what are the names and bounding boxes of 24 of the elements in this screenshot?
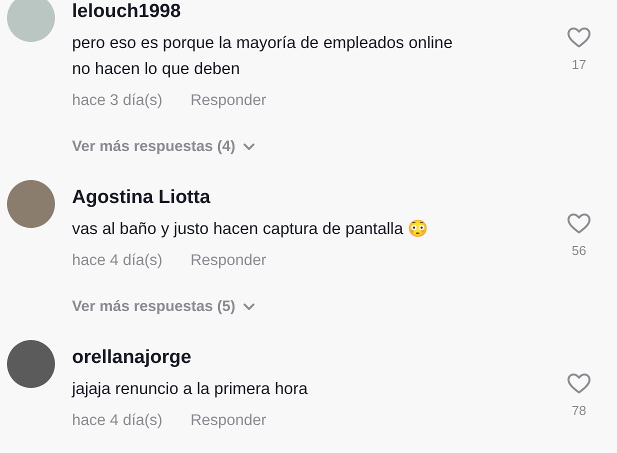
username[interactable]: orellanajorge [72,346,559,370]
reply-link[interactable]: Responder [190,90,266,112]
heart-icon[interactable] [567,213,591,234]
comment-time: hace 4 día(s) [72,251,162,271]
reply-link[interactable]: Responder [190,250,266,272]
username[interactable]: lelouch1998 [72,0,559,24]
more-replies-link[interactable]: Ver más respuestas (4) [72,136,256,158]
chevron-down-icon [243,303,256,311]
like-count: 78 [572,403,586,419]
reply-link[interactable]: Responder [190,410,266,432]
comment-time: hace 4 día(s) [72,411,162,431]
more-replies-link[interactable]: Ver más respuestas (5) [72,296,256,318]
avatar-placeholder[interactable] [7,340,55,388]
like-count: 17 [572,57,586,73]
heart-icon[interactable] [567,27,591,48]
chevron-down-icon [243,143,256,151]
heart-icon[interactable] [567,373,591,394]
username[interactable]: Agostina Liotta [72,186,559,210]
comment-time: hace 3 día(s) [72,91,162,111]
comment-text: pero eso es porque la mayoría de empleados online no hacen lo que deben [72,33,454,80]
comment-text: jajaja renuncio a la primera hora [72,379,309,400]
avatar-placeholder[interactable] [7,180,55,228]
comment-text: vas al baño y justo hacen captura de pantalla 😳 [72,218,430,240]
like-count: 56 [572,243,586,259]
